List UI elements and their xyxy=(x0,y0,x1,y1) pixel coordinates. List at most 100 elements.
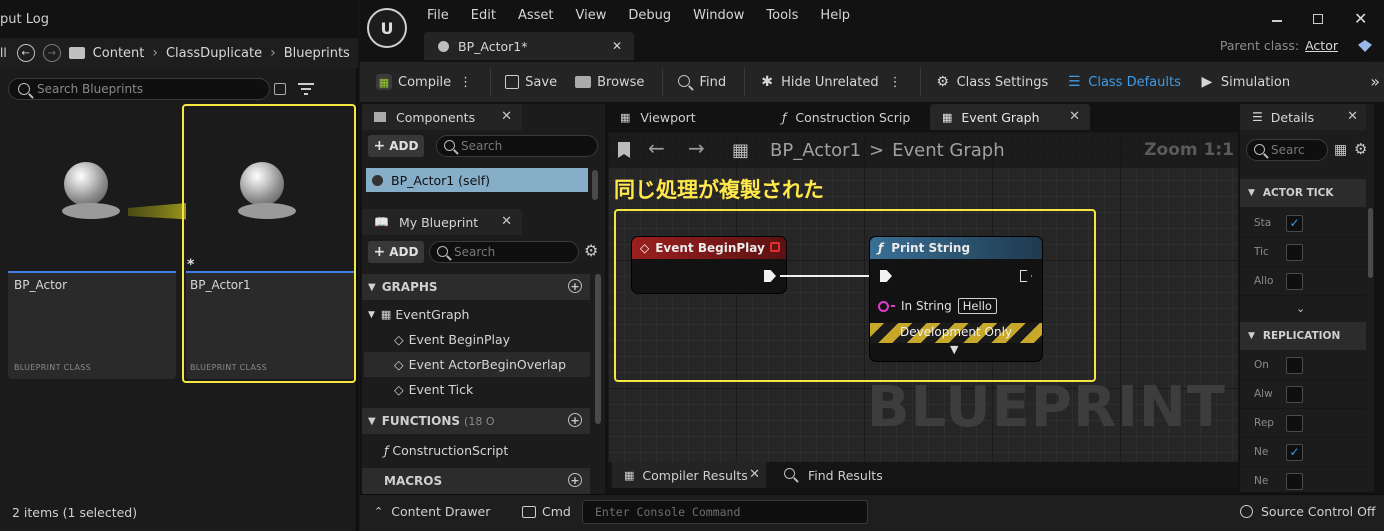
my-blueprint-scrollbar[interactable] xyxy=(595,274,601,424)
table-view-icon[interactable]: ▦ xyxy=(1334,142,1347,158)
macros-section-header[interactable]: MACROS + xyxy=(362,468,590,494)
components-search-input[interactable]: Search xyxy=(436,135,598,157)
details-tab[interactable]: ☰ Details ✕ xyxy=(1240,104,1366,130)
class-settings-button[interactable]: ⚙ Class Settings xyxy=(935,62,1048,102)
find-results-tab[interactable]: Find Results xyxy=(772,462,932,488)
functions-section-header[interactable]: ▼ FUNCTIONS (18 O + xyxy=(362,408,590,434)
cmd-button[interactable]: Cmd xyxy=(522,504,571,519)
menu-tools[interactable]: Tools xyxy=(766,8,798,23)
close-tab-icon[interactable]: ✕ xyxy=(1347,109,1358,124)
add-graph-icon[interactable]: + xyxy=(568,279,582,293)
compiler-results-tab[interactable]: ▦ Compiler Results ✕ xyxy=(612,462,766,488)
actor-tick-section[interactable]: ▼ ACTOR TICK xyxy=(1240,179,1366,207)
close-window-icon[interactable]: ✕ xyxy=(1354,9,1367,28)
my-blueprint-add-button[interactable]: + ADD xyxy=(368,241,424,263)
menu-asset[interactable]: Asset xyxy=(518,8,554,23)
checkbox[interactable] xyxy=(1286,385,1303,403)
output-log-tab[interactable]: put Log xyxy=(0,0,110,38)
component-self-item[interactable]: BP_Actor1 (self) xyxy=(366,168,588,192)
components-scrollbar[interactable] xyxy=(592,170,598,200)
components-tab[interactable]: Components ✕ xyxy=(362,104,522,130)
search-blueprints-input[interactable]: Search Blueprints xyxy=(8,78,270,100)
asset-tile-bp-actor[interactable]: BP_Actor BLUEPRINT CLASS xyxy=(8,107,176,379)
back-icon[interactable]: ← xyxy=(16,44,35,62)
checkbox[interactable] xyxy=(1286,472,1303,490)
breadcrumb-blueprints[interactable]: Blueprints xyxy=(284,46,350,61)
minimize-icon[interactable] xyxy=(1272,20,1282,22)
forward-icon[interactable]: → xyxy=(42,44,61,62)
hide-unrelated-button[interactable]: ✱ Hide Unrelated ⋮ xyxy=(759,62,902,102)
expand-chevron-icon[interactable]: ▼ xyxy=(950,343,958,356)
tree-item-eventgraph[interactable]: ▼ ▦ EventGraph xyxy=(368,302,469,327)
filter-icon[interactable] xyxy=(298,82,314,96)
close-tab-icon[interactable]: ✕ xyxy=(501,109,512,124)
checkbox[interactable] xyxy=(1286,243,1303,261)
blueprint-mode-icon[interactable] xyxy=(1358,40,1372,52)
event-beginplay-node[interactable]: ◇ Event BeginPlay xyxy=(632,237,786,293)
save-search-icon[interactable] xyxy=(274,83,286,95)
event-graph-canvas[interactable]: ← → ▦ BP_Actor1 > Event Graph Zoom 1:1 同… xyxy=(608,132,1238,462)
exec-out-pin[interactable] xyxy=(1020,270,1032,282)
close-tab-icon[interactable]: ✕ xyxy=(1069,109,1080,124)
console-command-input[interactable]: Enter Console Command xyxy=(582,500,868,524)
document-tab-bp-actor1[interactable]: BP_Actor1* ✕ xyxy=(424,32,634,60)
tree-item-constructionscript[interactable]: ƒ ConstructionScript xyxy=(384,438,508,463)
my-blueprint-search-input[interactable]: Search xyxy=(429,241,579,263)
menu-edit[interactable]: Edit xyxy=(471,8,496,23)
print-string-node[interactable]: ƒ Print String In String Hello Developme… xyxy=(870,237,1042,361)
find-button[interactable]: Find xyxy=(677,62,726,102)
construction-script-tab[interactable]: ƒ Construction Scrip xyxy=(770,104,928,130)
exec-in-pin[interactable] xyxy=(880,270,892,282)
source-control-status[interactable]: Source Control Off xyxy=(1240,504,1376,519)
graphs-section-header[interactable]: ▼ GRAPHS + xyxy=(362,274,590,300)
menu-debug[interactable]: Debug xyxy=(628,8,671,23)
breadcrumb-classduplicate[interactable]: ClassDuplicate xyxy=(166,46,262,61)
more-options-icon[interactable]: ⋮ xyxy=(889,75,902,90)
content-drawer-button[interactable]: ⌃ Content Drawer xyxy=(374,504,490,519)
simulation-button[interactable]: ▶ Simulation xyxy=(1199,62,1290,102)
tree-item-event-actorbeginoverlap[interactable]: ◇ Event ActorBeginOverlap xyxy=(364,352,590,377)
string-pin-icon[interactable] xyxy=(878,300,889,312)
menu-view[interactable]: View xyxy=(576,8,607,23)
in-string-value-field[interactable]: Hello xyxy=(957,298,997,314)
tree-item-event-tick[interactable]: ◇ Event Tick xyxy=(394,377,473,402)
menu-file[interactable]: File xyxy=(427,8,449,23)
close-tab-icon[interactable]: ✕ xyxy=(612,39,622,53)
checkbox[interactable] xyxy=(1286,272,1303,290)
checkbox[interactable] xyxy=(1286,356,1303,374)
browse-button[interactable]: Browse xyxy=(575,62,644,102)
save-button[interactable]: Save xyxy=(505,62,557,102)
graph-breadcrumb-root[interactable]: BP_Actor1 xyxy=(770,140,861,161)
checkbox[interactable] xyxy=(1286,414,1303,432)
details-scrollbar[interactable] xyxy=(1368,208,1373,278)
exec-out-pin[interactable] xyxy=(764,270,776,282)
back-arrow-icon[interactable]: ← xyxy=(648,136,665,160)
tree-item-event-beginplay[interactable]: ◇ Event BeginPlay xyxy=(394,327,510,352)
event-graph-tab[interactable]: ▦ Event Graph ✕ xyxy=(930,104,1090,130)
forward-arrow-icon[interactable]: → xyxy=(688,136,705,160)
details-search-input[interactable]: Searc xyxy=(1246,139,1328,161)
overflow-chevron-icon[interactable]: » xyxy=(1370,72,1380,91)
my-blueprint-tab[interactable]: 📖 My Blueprint ✕ xyxy=(362,209,522,235)
breadcrumb-content[interactable]: Content xyxy=(93,46,145,61)
checkbox-checked[interactable]: ✓ xyxy=(1286,443,1303,461)
settings-gear-icon[interactable]: ⚙ xyxy=(584,241,598,260)
compile-button[interactable]: ▦ Compile ⋮ xyxy=(376,62,472,102)
replication-section[interactable]: ▼ REPLICATION xyxy=(1240,322,1366,350)
settings-gear-icon[interactable]: ⚙ xyxy=(1354,140,1367,158)
menu-window[interactable]: Window xyxy=(693,8,744,23)
more-options-icon[interactable]: ⋮ xyxy=(459,75,472,90)
parent-class-value[interactable]: Actor xyxy=(1305,38,1338,53)
add-function-icon[interactable]: + xyxy=(568,413,582,427)
close-tab-icon[interactable]: ✕ xyxy=(501,214,512,229)
bookmark-icon[interactable] xyxy=(618,142,630,158)
close-tab-icon[interactable]: ✕ xyxy=(749,467,760,482)
class-defaults-button[interactable]: ☰ Class Defaults xyxy=(1066,62,1181,102)
add-macro-icon[interactable]: + xyxy=(568,473,582,487)
maximize-icon[interactable] xyxy=(1313,14,1323,24)
components-add-button[interactable]: + ADD xyxy=(368,135,424,157)
delegate-pin-icon[interactable] xyxy=(770,242,780,252)
menu-help[interactable]: Help xyxy=(820,8,850,23)
viewport-tab[interactable]: ▦ Viewport xyxy=(608,104,768,130)
section-collapse-chevron-icon[interactable]: ⌄ xyxy=(1296,302,1305,315)
